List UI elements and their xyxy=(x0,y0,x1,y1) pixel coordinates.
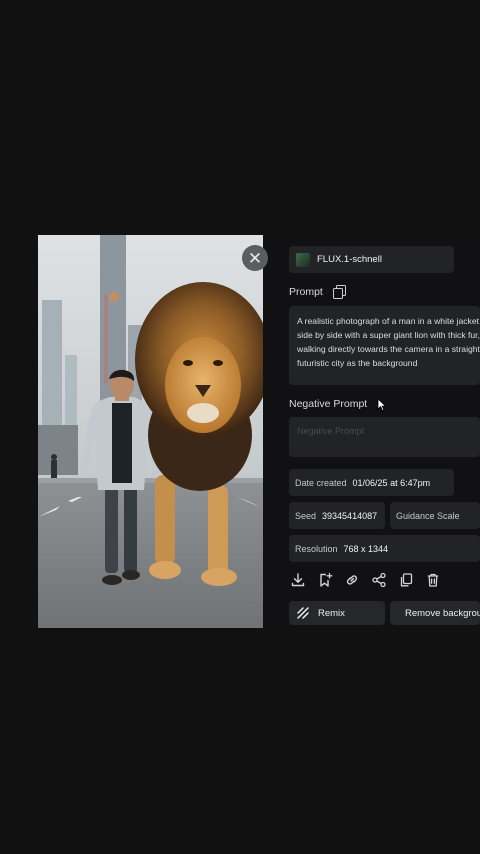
date-created-box: Date created 01/06/25 at 6:47pm xyxy=(289,469,454,496)
remove-background-button[interactable]: Remove background xyxy=(390,601,480,625)
prompt-box: A realistic photograph of a man in a whi… xyxy=(289,306,480,385)
download-icon[interactable] xyxy=(290,572,306,588)
seed-key: Seed xyxy=(295,510,317,521)
prompt-label: Prompt xyxy=(289,286,323,298)
negative-prompt-label: Negative Prompt xyxy=(289,398,368,410)
link-icon[interactable] xyxy=(344,572,360,588)
prompt-text: A realistic photograph of a man in a whi… xyxy=(297,316,480,368)
mouse-cursor-icon xyxy=(377,398,387,412)
resolution-value: 768 x 1344 xyxy=(343,543,389,554)
generated-image[interactable] xyxy=(38,235,263,628)
model-chip[interactable]: FLUX.1-schnell xyxy=(289,246,454,273)
bookmark-add-icon[interactable] xyxy=(317,572,333,588)
remove-background-label: Remove background xyxy=(405,607,480,619)
action-icon-row xyxy=(289,572,480,590)
model-thumbnail-icon xyxy=(296,252,310,267)
generated-image-art xyxy=(38,235,263,628)
seed-box: Seed 39345414087 xyxy=(289,502,385,529)
remix-label: Remix xyxy=(318,607,345,619)
image-detail-modal: ✕ FLUX.1-schnell Prompt A realistic phot… xyxy=(27,235,480,628)
negative-prompt-field[interactable]: Negative Prompt xyxy=(289,417,480,457)
date-created-key: Date created xyxy=(295,477,347,488)
close-icon: ✕ xyxy=(247,248,263,268)
share-icon[interactable] xyxy=(371,572,387,588)
guidance-scale-key: Guidance Scale xyxy=(396,510,460,521)
copy-prompt-icon[interactable] xyxy=(333,285,346,299)
date-created-value: 01/06/25 at 6:47pm xyxy=(352,477,431,488)
trash-icon[interactable] xyxy=(425,572,441,588)
details-sidebar: FLUX.1-schnell Prompt A realistic photog… xyxy=(289,235,480,628)
copy-icon[interactable] xyxy=(398,572,414,588)
guidance-scale-box: Guidance Scale xyxy=(390,502,480,529)
negative-prompt-placeholder: Negative Prompt xyxy=(297,426,365,436)
resolution-box: Resolution 768 x 1344 xyxy=(289,535,480,562)
close-button[interactable]: ✕ xyxy=(242,245,268,271)
model-name: FLUX.1-schnell xyxy=(317,254,382,265)
resolution-key: Resolution xyxy=(295,543,338,554)
remix-icon xyxy=(297,607,309,619)
seed-value: 39345414087 xyxy=(322,510,378,521)
remix-button[interactable]: Remix xyxy=(289,601,385,625)
